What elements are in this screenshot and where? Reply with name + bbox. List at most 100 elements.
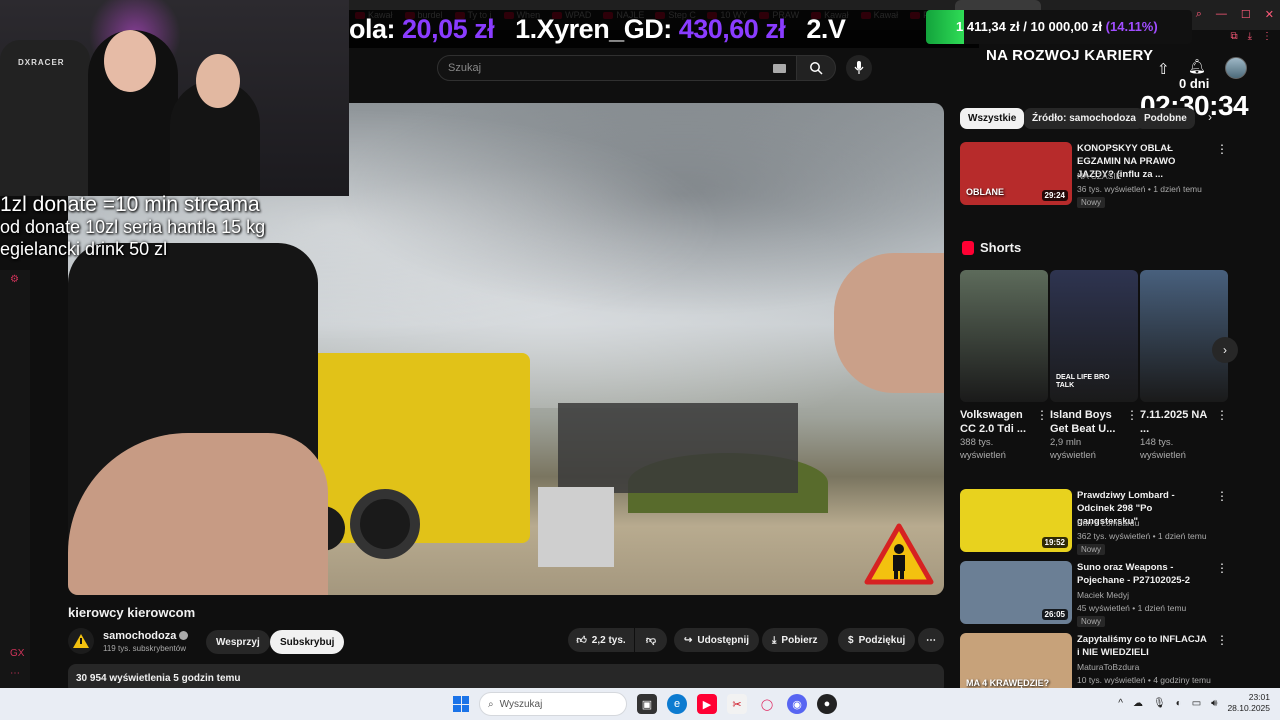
short-thumbnail-caption: DEAL LIFE BRO TALK <box>1056 374 1110 389</box>
search-button[interactable] <box>796 55 836 81</box>
obs-icon[interactable]: ● <box>817 694 837 714</box>
settings-icon[interactable]: ⚙ <box>10 274 22 286</box>
gx-icon[interactable]: GX <box>10 648 24 660</box>
more-icon[interactable]: ⋯ <box>10 668 22 680</box>
download-button[interactable]: ⤓ Pobierz <box>762 628 828 652</box>
task-view-icon[interactable]: ▣ <box>637 694 657 714</box>
tray-mic-icon[interactable]: 🎙︎ <box>1153 698 1166 709</box>
shorts-next-button[interactable]: › <box>1212 337 1238 363</box>
windows-start-icon[interactable] <box>453 696 469 712</box>
video-pallet <box>538 487 614 567</box>
share-button[interactable]: ↪ Udostępnij <box>674 628 760 652</box>
warning-sign-icon <box>864 523 934 585</box>
dislike-button[interactable]: 👎︎ <box>635 628 667 652</box>
download-label: Pobierz <box>781 634 818 646</box>
thanks-label: Podziękuj <box>858 634 906 646</box>
keyboard-icon[interactable] <box>773 64 786 73</box>
recommendation-meta: 36 tys. wyświetleń • 1 dzień temu <box>1077 184 1202 194</box>
tray-wifi-icon[interactable]: ◐ <box>1176 698 1182 709</box>
recommendation-title[interactable]: Zapytaliśmy co to INFLACJA i NIE WIEDZIE… <box>1077 633 1207 659</box>
channel-subscribers: 119 tys. subskrybentów <box>103 644 187 653</box>
support-label: Wesprzyj <box>216 636 260 648</box>
tray-display-icon[interactable]: ▭ <box>1192 698 1201 709</box>
edge-icon[interactable]: e <box>667 694 687 714</box>
short-thumbnail[interactable] <box>960 270 1048 402</box>
discord-icon[interactable]: ◉ <box>787 694 807 714</box>
channel-name-text: samochodoza <box>103 630 177 642</box>
short-menu-icon[interactable]: ⋮ <box>1126 408 1138 422</box>
short-item[interactable]: Volkswagen CC 2.0 Tdi ... 388 tys. wyświe… <box>960 270 1048 462</box>
system-clock[interactable]: 23:01 28.10.2025 <box>1227 692 1270 714</box>
timer-days: 0 dni <box>1179 76 1210 91</box>
short-item[interactable]: DEAL LIFE BRO TALK Island Boys Get Beat U… <box>1050 270 1138 462</box>
youtube-app-icon[interactable]: ▶ <box>697 694 717 714</box>
recommendation-item[interactable]: 26:05 Suno oraz Weapons - Pojechane - P27… <box>960 561 1230 627</box>
short-menu-icon[interactable]: ⋮ <box>1216 408 1228 422</box>
voice-search-button[interactable] <box>846 55 872 81</box>
video-duration: 29:24 <box>1041 190 1068 201</box>
recommendation-menu-icon[interactable]: ⋮ <box>1216 489 1228 503</box>
recommendation-channel[interactable]: MaturaToBzdura <box>1077 662 1139 672</box>
recommendation-channel[interactable]: Maciek Medyj <box>1077 590 1129 600</box>
chip-all[interactable]: Wszystkie <box>960 108 1025 129</box>
new-badge: Nowy <box>1077 197 1106 208</box>
notifications-bell-icon[interactable]: 🔔︎ <box>1188 58 1206 75</box>
download-icon[interactable]: ⤓ <box>1248 31 1252 42</box>
overlay-donate-line-2: od donate 10zl seria hantla 15 kg <box>0 217 266 237</box>
more-actions-button[interactable]: ⋯ <box>918 628 944 652</box>
recommendation-thumbnail[interactable]: 26:05 <box>960 561 1072 624</box>
onedrive-icon[interactable]: ☁ <box>1133 698 1143 709</box>
subscribe-button[interactable]: Subskrybuj <box>270 630 345 654</box>
maximize-icon[interactable]: ☐ <box>1241 8 1251 21</box>
channel-avatar[interactable] <box>68 628 94 654</box>
recommendation-item[interactable]: OBLANE 29:24 KONOPSKYY OBLAŁ EGZAMIN NA PR… <box>960 142 1230 208</box>
video-title: kierowcy kierowcom <box>68 605 196 620</box>
recommendation-thumbnail[interactable]: MA 4 KRAWĘDZIE? <box>960 633 1072 696</box>
tray-chevron-icon[interactable]: ^ <box>1118 698 1123 709</box>
opera-gx-icon[interactable]: ◯ <box>757 694 777 714</box>
create-upload-icon[interactable]: ⇧ <box>1157 60 1170 78</box>
thanks-button[interactable]: $ Podziękuj <box>838 628 916 652</box>
clock-time: 23:01 <box>1248 692 1270 702</box>
search-input[interactable]: Szukaj <box>437 55 797 81</box>
tray-volume-icon[interactable]: 🔊︎ <box>1211 698 1217 709</box>
like-button[interactable]: 👍︎ 2,2 tys. <box>568 628 634 652</box>
goal-current: 1 411,34 zł <box>956 19 1020 34</box>
close-icon[interactable]: ✕ <box>1265 8 1274 21</box>
recommendation-menu-icon[interactable]: ⋮ <box>1216 142 1228 156</box>
recommendation-item[interactable]: 19:52 Prawdziwy Lombard - Odcinek 298 "Po… <box>960 489 1230 555</box>
screen: KawałburdelTy to jWhenWPADNAJLEStep C10 … <box>0 0 1280 720</box>
chip-source[interactable]: Źródło: samochodoza <box>1024 108 1144 129</box>
taskbar-search[interactable]: ⌕ Wyszukaj <box>479 692 627 716</box>
recommendation-thumbnail[interactable]: 19:52 <box>960 489 1072 552</box>
recommendation-channel[interactable]: Pan z Lombardu <box>1077 518 1139 528</box>
user-avatar[interactable] <box>1225 57 1247 79</box>
taskbar-search-placeholder: Wyszukaj <box>499 698 543 710</box>
thumbs-down-icon: 👎︎ <box>645 635 657 646</box>
extensions-icon[interactable]: ⧉ <box>1230 31 1237 42</box>
video-duration: 19:52 <box>1041 537 1068 548</box>
thumbs-up-icon: 👍︎ <box>576 635 587 646</box>
recommendation-menu-icon[interactable]: ⋮ <box>1216 633 1228 647</box>
menu-icon[interactable]: ⋮ <box>1262 31 1272 42</box>
short-item[interactable]: 7.11.2025 NA ... 148 tys. wyświetleń ⋮ <box>1140 270 1228 462</box>
short-title[interactable]: Island Boys Get Beat U... <box>1050 408 1120 436</box>
recommendation-title[interactable]: Suno oraz Weapons - Pojechane - P2710202… <box>1077 561 1207 587</box>
search-placeholder: Szukaj <box>448 62 482 74</box>
recommendation-menu-icon[interactable]: ⋮ <box>1216 561 1228 575</box>
channel-name[interactable]: samochodoza <box>103 630 189 642</box>
recommendation-channel[interactable]: NA CZASIE <box>1077 171 1121 181</box>
search-tabs-icon[interactable]: ⌕ <box>1196 8 1202 21</box>
minimize-icon[interactable]: — <box>1216 8 1227 21</box>
short-thumbnail[interactable] <box>1140 270 1228 402</box>
support-button[interactable]: Wesprzyj <box>206 630 270 654</box>
short-title[interactable]: 7.11.2025 NA ... <box>1140 408 1210 436</box>
chip-related[interactable]: Podobne <box>1136 108 1195 129</box>
short-title[interactable]: Volkswagen CC 2.0 Tdi ... <box>960 408 1030 436</box>
chips-next-icon[interactable]: › <box>1208 110 1212 124</box>
recommendation-thumbnail[interactable]: OBLANE 29:24 <box>960 142 1072 205</box>
short-thumbnail[interactable]: DEAL LIFE BRO TALK <box>1050 270 1138 402</box>
snipping-tool-icon[interactable]: ✂ <box>727 694 747 714</box>
short-menu-icon[interactable]: ⋮ <box>1036 408 1048 422</box>
donation-goal-bar: 1 411,34 zł / 10 000,00 zł (14.11%) <box>926 10 1192 44</box>
